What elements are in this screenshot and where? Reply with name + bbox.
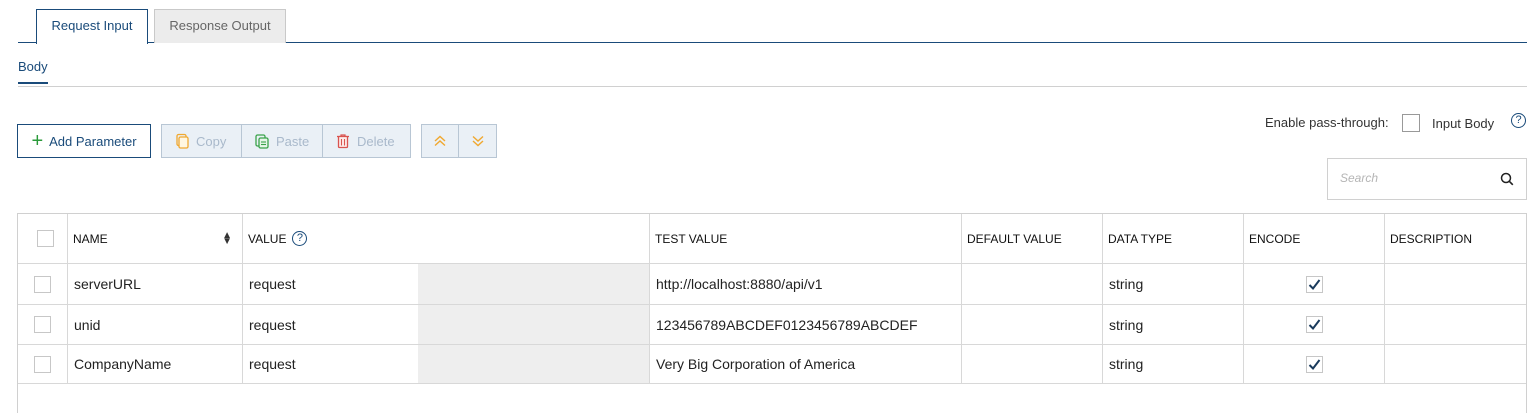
subtab-bar: Body (18, 50, 1527, 87)
test-value-cell[interactable]: Very Big Corporation of America (650, 345, 962, 383)
description-cell[interactable] (1385, 305, 1526, 344)
input-body-label: Input Body (1432, 116, 1495, 131)
default-value-cell[interactable] (962, 305, 1103, 344)
tab-bar: Request Input Response Output (18, 9, 1527, 44)
encode-checkbox[interactable] (1305, 355, 1323, 373)
value-extra-cell (418, 305, 650, 344)
data-type-cell[interactable]: string (1103, 345, 1244, 383)
description-cell[interactable] (1385, 264, 1526, 304)
encode-cell (1244, 264, 1385, 304)
copy-label: Copy (196, 133, 227, 149)
value-cell[interactable]: request (243, 264, 418, 304)
paste-icon (255, 134, 269, 149)
value-extra-cell (418, 345, 650, 383)
default-value-cell[interactable] (962, 264, 1103, 304)
sort-icon[interactable]: ▲ ▼ (222, 230, 232, 246)
value-cell[interactable]: request (243, 305, 418, 344)
header-data-type: DATA TYPE (1103, 214, 1244, 263)
default-value-cell[interactable] (962, 345, 1103, 383)
row-select-cell (18, 305, 68, 344)
row-checkbox[interactable] (34, 275, 51, 293)
value-help-icon[interactable]: ? (292, 231, 308, 246)
header-value-label: VALUE (248, 231, 287, 246)
select-all-checkbox[interactable] (36, 230, 54, 247)
pass-through-control: Enable pass-through: Input Body ? (1265, 113, 1527, 133)
delete-label: Delete (357, 133, 395, 149)
name-cell[interactable]: unid (68, 305, 243, 344)
data-type-cell[interactable]: string (1103, 264, 1244, 304)
tab-response-output[interactable]: Response Output (154, 9, 286, 43)
value-cell[interactable]: request (243, 345, 418, 383)
test-value-cell[interactable]: 123456789ABCDEF0123456789ABCDEF (650, 305, 962, 344)
copy-icon (176, 133, 189, 149)
move-button-group (421, 124, 497, 158)
row-checkbox[interactable] (34, 316, 51, 333)
edit-button-group: Copy Paste Delete (161, 124, 411, 158)
name-cell[interactable]: serverURL (68, 264, 243, 304)
move-down-button[interactable] (459, 124, 497, 158)
data-type-cell[interactable]: string (1103, 305, 1244, 344)
input-body-checkbox[interactable] (1402, 114, 1420, 132)
table-row[interactable]: CompanyName request Very Big Corporation… (18, 345, 1526, 384)
header-value: VALUE ? (243, 214, 650, 263)
paste-label: Paste (276, 133, 310, 149)
paste-button[interactable]: Paste (242, 124, 323, 158)
header-default-value: DEFAULT VALUE (962, 214, 1103, 263)
subtab-body[interactable]: Body (18, 59, 48, 84)
value-extra-cell (418, 264, 650, 304)
table-row[interactable]: unid request 123456789ABCDEF0123456789AB… (18, 305, 1526, 345)
move-up-button[interactable] (421, 124, 459, 158)
row-checkbox[interactable] (34, 355, 51, 373)
header-name[interactable]: NAME ▲ ▼ (68, 214, 243, 263)
encode-checkbox[interactable] (1305, 275, 1323, 293)
search-icon[interactable] (1500, 172, 1514, 186)
copy-button[interactable]: Copy (161, 124, 242, 158)
checkmark-icon (1308, 358, 1320, 370)
description-cell[interactable] (1385, 345, 1526, 383)
help-icon[interactable]: ? (1511, 113, 1526, 128)
header-name-label: NAME (73, 231, 108, 246)
plus-icon: + (31, 130, 44, 152)
chevrons-up-icon (434, 135, 446, 147)
test-value-cell[interactable]: http://localhost:8880/api/v1 (650, 264, 962, 304)
encode-cell (1244, 305, 1385, 344)
checkmark-icon (1308, 319, 1320, 331)
encode-cell (1244, 345, 1385, 383)
header-test-value: TEST VALUE (650, 214, 962, 263)
table-header: NAME ▲ ▼ VALUE ? TEST VALUE DEFAULT VALUE… (18, 214, 1526, 264)
table-row[interactable]: serverURL request http://localhost:8880/… (18, 264, 1526, 305)
checkmark-icon (1308, 278, 1320, 290)
add-parameter-label: Add Parameter (49, 133, 137, 149)
trash-icon (337, 134, 349, 149)
name-cell[interactable]: CompanyName (68, 345, 243, 383)
tab-request-input[interactable]: Request Input (36, 9, 148, 44)
header-encode: ENCODE (1244, 214, 1385, 263)
delete-button[interactable]: Delete (323, 124, 411, 158)
pass-through-label: Enable pass-through: (1265, 115, 1389, 130)
chevrons-down-icon (472, 135, 483, 147)
search-box (1327, 158, 1527, 200)
header-description: DESCRIPTION (1390, 231, 1473, 246)
encode-checkbox[interactable] (1305, 316, 1323, 333)
search-input[interactable] (1328, 159, 1488, 197)
select-all-cell (18, 214, 68, 263)
parameters-table: NAME ▲ ▼ VALUE ? TEST VALUE DEFAULT VALUE… (17, 213, 1527, 413)
row-select-cell (18, 264, 68, 304)
add-parameter-button[interactable]: + Add Parameter (17, 124, 151, 158)
row-select-cell (18, 345, 68, 383)
